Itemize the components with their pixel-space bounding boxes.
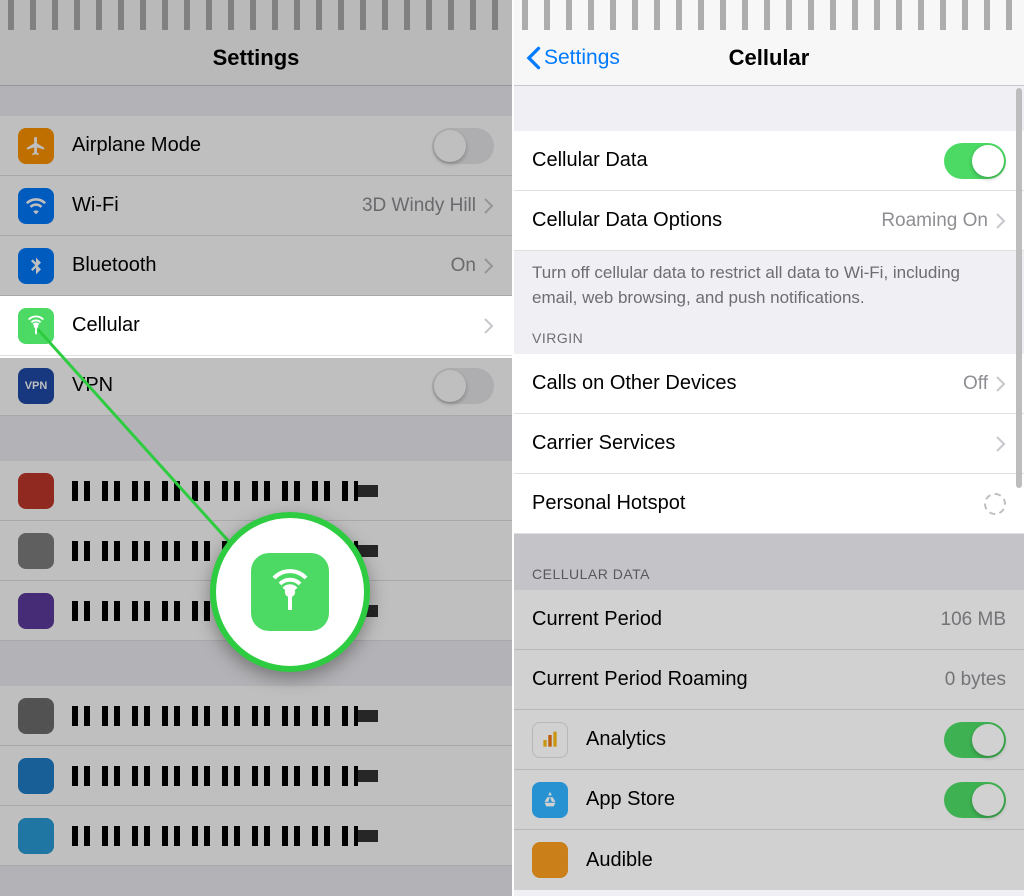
chevron-right-icon (484, 258, 494, 274)
current-period-value: 106 MB (941, 609, 1006, 631)
page-title: Cellular (729, 45, 810, 71)
analytics-label: Analytics (586, 728, 944, 751)
vpn-toggle[interactable] (432, 368, 494, 404)
row-analytics[interactable]: Analytics (514, 710, 1024, 770)
app-icon (18, 593, 54, 629)
chevron-right-icon (996, 376, 1006, 392)
navbar-cellular: Settings Cellular (514, 30, 1024, 86)
row-current-period-roaming[interactable]: Current Period Roaming 0 bytes (514, 650, 1024, 710)
carrier-services-label: Carrier Services (532, 432, 988, 455)
cellular-options-value: Roaming On (881, 210, 988, 232)
row-vpn[interactable]: VPN VPN (0, 356, 512, 416)
current-period-label: Current Period (532, 608, 941, 631)
spinner-icon (984, 493, 1006, 515)
row-appstore[interactable]: App Store (514, 770, 1024, 830)
row-audible[interactable]: Audible (514, 830, 1024, 890)
vpn-icon: VPN (18, 368, 54, 404)
cellular-footer: Turn off cellular data to restrict all d… (514, 251, 1024, 320)
hotspot-label: Personal Hotspot (532, 492, 984, 515)
app-value (358, 830, 378, 842)
app-icon (18, 473, 54, 509)
app-label (72, 706, 358, 726)
app-icon (18, 818, 54, 854)
back-label: Settings (544, 46, 620, 70)
bluetooth-value: On (451, 255, 476, 277)
row-wifi[interactable]: Wi-Fi 3D Windy Hill (0, 176, 512, 236)
app-value (358, 485, 378, 497)
row-current-period[interactable]: Current Period 106 MB (514, 590, 1024, 650)
analytics-toggle[interactable] (944, 722, 1006, 758)
row-cellular-data[interactable]: Cellular Data (514, 131, 1024, 191)
cellular-label: Cellular (72, 314, 476, 337)
app-icon (18, 758, 54, 794)
back-button[interactable]: Settings (526, 46, 620, 70)
navbar-settings: Settings (0, 30, 512, 86)
appstore-toggle[interactable] (944, 782, 1006, 818)
app-label (72, 766, 358, 786)
row-obscured-5[interactable] (0, 746, 512, 806)
row-cellular-options[interactable]: Cellular Data Options Roaming On (514, 191, 1024, 251)
row-cellular[interactable]: Cellular (0, 296, 512, 356)
calls-other-label: Calls on Other Devices (532, 372, 963, 395)
section-header-usage: CELLULAR DATA (514, 556, 1024, 590)
airplane-toggle[interactable] (432, 128, 494, 164)
app-value (358, 770, 378, 782)
callout-circle (210, 512, 370, 672)
app-label (72, 481, 358, 501)
cellular-options-label: Cellular Data Options (532, 209, 881, 232)
cellular-screen: Settings Cellular Cellular Data Cellular… (512, 0, 1024, 896)
wifi-value: 3D Windy Hill (362, 195, 476, 217)
row-obscured-1[interactable] (0, 461, 512, 521)
current-roaming-label: Current Period Roaming (532, 668, 945, 691)
settings-screen: Settings Airplane Mode Wi-Fi 3D Windy Hi… (0, 0, 512, 896)
cellular-data-toggle[interactable] (944, 143, 1006, 179)
status-bar (514, 0, 1024, 30)
audible-label: Audible (586, 849, 1006, 872)
current-roaming-value: 0 bytes (945, 669, 1006, 691)
row-personal-hotspot[interactable]: Personal Hotspot (514, 474, 1024, 534)
appstore-label: App Store (586, 788, 944, 811)
airplane-label: Airplane Mode (72, 134, 432, 157)
app-icon (18, 533, 54, 569)
chevron-right-icon (484, 198, 494, 214)
status-bar (0, 0, 512, 30)
calls-other-value: Off (963, 373, 988, 395)
audible-icon (532, 842, 568, 878)
page-title: Settings (213, 45, 300, 71)
airplane-icon (18, 128, 54, 164)
chevron-right-icon (996, 436, 1006, 452)
wifi-icon (18, 188, 54, 224)
cellular-data-label: Cellular Data (532, 149, 944, 172)
chevron-right-icon (484, 318, 494, 334)
bluetooth-label: Bluetooth (72, 254, 451, 277)
wifi-label: Wi-Fi (72, 194, 362, 217)
scrollbar[interactable] (1016, 88, 1022, 488)
row-obscured-6[interactable] (0, 806, 512, 866)
row-airplane-mode[interactable]: Airplane Mode (0, 116, 512, 176)
row-bluetooth[interactable]: Bluetooth On (0, 236, 512, 296)
row-carrier-services[interactable]: Carrier Services (514, 414, 1024, 474)
app-value (358, 710, 378, 722)
app-icon (18, 698, 54, 734)
cellular-icon-large (251, 553, 329, 631)
app-label (72, 826, 358, 846)
row-calls-other-devices[interactable]: Calls on Other Devices Off (514, 354, 1024, 414)
row-obscured-4[interactable] (0, 686, 512, 746)
analytics-icon (532, 722, 568, 758)
appstore-icon (532, 782, 568, 818)
bluetooth-icon (18, 248, 54, 284)
vpn-label: VPN (72, 374, 432, 397)
section-header-carrier: VIRGIN (514, 320, 1024, 354)
chevron-right-icon (996, 213, 1006, 229)
